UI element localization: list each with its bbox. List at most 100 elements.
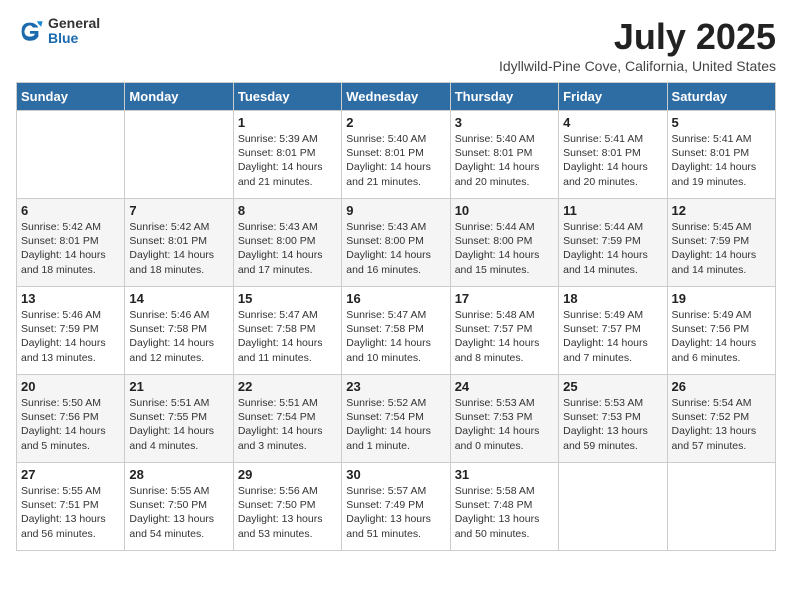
day-number: 27 [21,467,120,482]
logo-icon [16,17,44,45]
day-info: Sunrise: 5:51 AM Sunset: 7:54 PM Dayligh… [238,396,337,453]
calendar-cell: 24 Sunrise: 5:53 AM Sunset: 7:53 PM Dayli… [450,375,558,463]
month-title: July 2025 [499,16,776,58]
logo: General Blue [16,16,100,47]
day-number: 9 [346,203,445,218]
day-number: 7 [129,203,228,218]
day-info: Sunrise: 5:43 AM Sunset: 8:00 PM Dayligh… [238,220,337,277]
day-number: 29 [238,467,337,482]
day-info: Sunrise: 5:51 AM Sunset: 7:55 PM Dayligh… [129,396,228,453]
calendar-cell: 19 Sunrise: 5:49 AM Sunset: 7:56 PM Dayli… [667,287,775,375]
calendar-cell: 29 Sunrise: 5:56 AM Sunset: 7:50 PM Dayli… [233,463,341,551]
day-info: Sunrise: 5:57 AM Sunset: 7:49 PM Dayligh… [346,484,445,541]
calendar-cell: 31 Sunrise: 5:58 AM Sunset: 7:48 PM Dayli… [450,463,558,551]
calendar-cell: 5Sunrise: 5:41 AM Sunset: 8:01 PM Daylig… [667,111,775,199]
calendar-cell: 27 Sunrise: 5:55 AM Sunset: 7:51 PM Dayli… [17,463,125,551]
title-block: July 2025 Idyllwild-Pine Cove, Californi… [499,16,776,74]
calendar-week-4: 20Sunrise: 5:50 AM Sunset: 7:56 PM Dayli… [17,375,776,463]
location-title: Idyllwild-Pine Cove, California, United … [499,58,776,74]
day-info: Sunrise: 5:44 AM Sunset: 7:59 PM Dayligh… [563,220,662,277]
calendar-cell [559,463,667,551]
day-info: Sunrise: 5:52 AM Sunset: 7:54 PM Dayligh… [346,396,445,453]
header-day-thursday: Thursday [450,83,558,111]
day-number: 6 [21,203,120,218]
calendar-cell: 16 Sunrise: 5:47 AM Sunset: 7:58 PM Dayli… [342,287,450,375]
day-number: 5 [672,115,771,130]
calendar-cell: 21Sunrise: 5:51 AM Sunset: 7:55 PM Dayli… [125,375,233,463]
calendar-cell: 26Sunrise: 5:54 AM Sunset: 7:52 PM Dayli… [667,375,775,463]
day-info: Sunrise: 5:56 AM Sunset: 7:50 PM Dayligh… [238,484,337,541]
day-number: 28 [129,467,228,482]
header-day-saturday: Saturday [667,83,775,111]
calendar-cell: 25 Sunrise: 5:53 AM Sunset: 7:53 PM Dayli… [559,375,667,463]
calendar-cell: 11 Sunrise: 5:44 AM Sunset: 7:59 PM Dayli… [559,199,667,287]
day-info: Sunrise: 5:41 AM Sunset: 8:01 PM Dayligh… [563,132,662,189]
calendar-cell: 1Sunrise: 5:39 AM Sunset: 8:01 PM Daylig… [233,111,341,199]
day-number: 10 [455,203,554,218]
header-day-sunday: Sunday [17,83,125,111]
day-info: Sunrise: 5:40 AM Sunset: 8:01 PM Dayligh… [455,132,554,189]
calendar-cell: 4 Sunrise: 5:41 AM Sunset: 8:01 PM Daylig… [559,111,667,199]
day-number: 14 [129,291,228,306]
calendar-week-1: 1Sunrise: 5:39 AM Sunset: 8:01 PM Daylig… [17,111,776,199]
header-day-monday: Monday [125,83,233,111]
calendar-week-5: 27 Sunrise: 5:55 AM Sunset: 7:51 PM Dayli… [17,463,776,551]
day-number: 1 [238,115,337,130]
calendar-cell: 18 Sunrise: 5:49 AM Sunset: 7:57 PM Dayli… [559,287,667,375]
header-day-wednesday: Wednesday [342,83,450,111]
day-info: Sunrise: 5:53 AM Sunset: 7:53 PM Dayligh… [455,396,554,453]
day-info: Sunrise: 5:47 AM Sunset: 7:58 PM Dayligh… [346,308,445,365]
day-number: 26 [672,379,771,394]
day-number: 24 [455,379,554,394]
day-number: 31 [455,467,554,482]
day-number: 22 [238,379,337,394]
calendar-week-2: 6 Sunrise: 5:42 AM Sunset: 8:01 PM Daylig… [17,199,776,287]
calendar-cell: 12 Sunrise: 5:45 AM Sunset: 7:59 PM Dayli… [667,199,775,287]
logo-blue-text: Blue [48,31,100,46]
day-number: 2 [346,115,445,130]
day-info: Sunrise: 5:44 AM Sunset: 8:00 PM Dayligh… [455,220,554,277]
day-info: Sunrise: 5:55 AM Sunset: 7:51 PM Dayligh… [21,484,120,541]
day-info: Sunrise: 5:46 AM Sunset: 7:59 PM Dayligh… [21,308,120,365]
calendar-table: SundayMondayTuesdayWednesdayThursdayFrid… [16,82,776,551]
calendar-cell: 14 Sunrise: 5:46 AM Sunset: 7:58 PM Dayli… [125,287,233,375]
day-info: Sunrise: 5:49 AM Sunset: 7:56 PM Dayligh… [672,308,771,365]
day-number: 4 [563,115,662,130]
day-info: Sunrise: 5:47 AM Sunset: 7:58 PM Dayligh… [238,308,337,365]
calendar-cell: 23 Sunrise: 5:52 AM Sunset: 7:54 PM Dayli… [342,375,450,463]
day-number: 17 [455,291,554,306]
day-number: 25 [563,379,662,394]
day-number: 13 [21,291,120,306]
day-info: Sunrise: 5:42 AM Sunset: 8:01 PM Dayligh… [129,220,228,277]
day-info: Sunrise: 5:58 AM Sunset: 7:48 PM Dayligh… [455,484,554,541]
calendar-cell: 6Sunrise: 5:42 AM Sunset: 8:01 PM Daylig… [17,199,125,287]
day-info: Sunrise: 5:45 AM Sunset: 7:59 PM Dayligh… [672,220,771,277]
day-number: 18 [563,291,662,306]
calendar-week-3: 13 Sunrise: 5:46 AM Sunset: 7:59 PM Dayli… [17,287,776,375]
day-info: Sunrise: 5:40 AM Sunset: 8:01 PM Dayligh… [346,132,445,189]
day-number: 19 [672,291,771,306]
day-info: Sunrise: 5:48 AM Sunset: 7:57 PM Dayligh… [455,308,554,365]
logo-text: General Blue [48,16,100,47]
day-info: Sunrise: 5:46 AM Sunset: 7:58 PM Dayligh… [129,308,228,365]
day-number: 15 [238,291,337,306]
page-header: General Blue July 2025 Idyllwild-Pine Co… [16,16,776,74]
header-day-tuesday: Tuesday [233,83,341,111]
day-info: Sunrise: 5:49 AM Sunset: 7:57 PM Dayligh… [563,308,662,365]
day-number: 16 [346,291,445,306]
calendar-cell: 9Sunrise: 5:43 AM Sunset: 8:00 PM Daylig… [342,199,450,287]
day-info: Sunrise: 5:53 AM Sunset: 7:53 PM Dayligh… [563,396,662,453]
calendar-cell [17,111,125,199]
calendar-cell: 8 Sunrise: 5:43 AM Sunset: 8:00 PM Daylig… [233,199,341,287]
day-number: 3 [455,115,554,130]
logo-general-text: General [48,16,100,31]
calendar-cell: 15 Sunrise: 5:47 AM Sunset: 7:58 PM Dayli… [233,287,341,375]
day-number: 8 [238,203,337,218]
calendar-cell: 30Sunrise: 5:57 AM Sunset: 7:49 PM Dayli… [342,463,450,551]
day-number: 11 [563,203,662,218]
calendar-cell: 22 Sunrise: 5:51 AM Sunset: 7:54 PM Dayli… [233,375,341,463]
calendar-cell: 20Sunrise: 5:50 AM Sunset: 7:56 PM Dayli… [17,375,125,463]
calendar-cell [125,111,233,199]
day-number: 12 [672,203,771,218]
day-number: 23 [346,379,445,394]
